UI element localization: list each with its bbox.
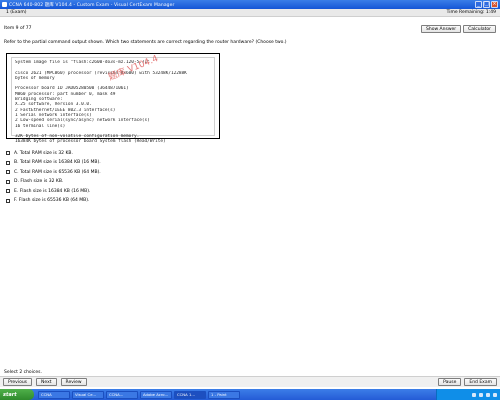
- checkbox[interactable]: [6, 160, 10, 165]
- previous-button[interactable]: Previous: [3, 378, 33, 386]
- checkbox[interactable]: [6, 170, 10, 174]
- end-exam-button[interactable]: End Exam: [464, 378, 497, 386]
- menu-item-exam[interactable]: 1 (Exam): [6, 10, 26, 15]
- review-button[interactable]: Review: [60, 378, 87, 386]
- next-button[interactable]: Next: [36, 378, 57, 386]
- taskbar-tasks: CCNA Visual Ce... CCNA... Adobe Acro... …: [38, 390, 240, 399]
- app-icon: [2, 2, 7, 7]
- close-icon[interactable]: ×: [491, 1, 498, 8]
- taskbar-item[interactable]: Visual Ce...: [72, 390, 104, 399]
- question-number: Item 9 of 77: [4, 26, 32, 31]
- option-label: C. Total RAM size is 65536 KB (64 MB).: [14, 169, 101, 175]
- option-label: D. Flash size is 32 KB.: [14, 179, 64, 184]
- option-label: A. Total RAM size is 32 KB.: [14, 150, 73, 156]
- exhibit-line: 16384K bytes of processor board System f…: [15, 139, 166, 145]
- taskbar-item[interactable]: 1 - Paint: [208, 390, 240, 399]
- option-a[interactable]: A. Total RAM size is 32 KB.: [6, 150, 101, 156]
- navigation-bar: Previous Next Review Pause End Exam: [0, 376, 500, 387]
- question-text: Refer to the partial command output show…: [4, 40, 287, 45]
- checkbox[interactable]: [6, 198, 10, 203]
- show-answer-button[interactable]: Show Answer: [420, 25, 462, 33]
- option-label: B. Total RAM size is 16384 KB (16 MB).: [14, 160, 101, 165]
- answer-options: A. Total RAM size is 32 KB. B. Total RAM…: [6, 150, 101, 207]
- tray-icon[interactable]: [472, 392, 476, 397]
- option-c[interactable]: C. Total RAM size is 65536 KB (64 MB).: [6, 169, 101, 175]
- taskbar-item[interactable]: CCNA: [38, 390, 70, 399]
- option-label: E. Flash size is 16384 KB (16 MB).: [14, 188, 91, 194]
- exhibit: System image file is "flash:c2600-do3s-m…: [6, 53, 220, 144]
- maximize-icon[interactable]: □: [483, 1, 490, 8]
- checkbox[interactable]: [6, 189, 10, 193]
- taskbar-item[interactable]: CCNA 1...: [174, 390, 206, 399]
- checkbox[interactable]: [6, 179, 10, 184]
- option-f[interactable]: F. Flash size is 65536 KB (64 MB).: [6, 198, 101, 204]
- system-tray: [436, 389, 500, 400]
- option-label: F. Flash size is 65536 KB (64 MB).: [14, 198, 90, 203]
- checkbox[interactable]: [6, 151, 10, 155]
- menu-bar: 1 (Exam) Time Remaining: 1:49: [0, 9, 500, 17]
- taskbar: start CCNA Visual Ce... CCNA... Adobe Ac…: [0, 389, 500, 400]
- minimize-icon[interactable]: _: [475, 1, 482, 8]
- window-controls: _ □ ×: [475, 1, 498, 8]
- tray-icon[interactable]: [493, 392, 497, 397]
- option-d[interactable]: D. Flash size is 32 KB.: [6, 179, 101, 185]
- time-remaining: Time Remaining: 1:49: [446, 10, 496, 15]
- tray-icon[interactable]: [479, 392, 483, 397]
- window-title: CCNA 640-802 题库 V104.4 - Custom Exam - V…: [9, 2, 175, 8]
- start-button[interactable]: start: [0, 389, 34, 400]
- taskbar-item[interactable]: Adobe Acro...: [140, 390, 172, 399]
- tray-icon[interactable]: [486, 392, 490, 397]
- taskbar-item[interactable]: CCNA...: [106, 390, 138, 399]
- pause-button[interactable]: Pause: [438, 378, 462, 386]
- top-buttons: Show Answer Calculator: [420, 25, 496, 33]
- option-e[interactable]: E. Flash size is 16384 KB (16 MB).: [6, 188, 101, 194]
- title-bar: CCNA 640-802 题库 V104.4 - Custom Exam - V…: [0, 0, 500, 9]
- calculator-button[interactable]: Calculator: [463, 25, 496, 33]
- status-text: Select 2 choices.: [4, 370, 42, 375]
- option-b[interactable]: B. Total RAM size is 16384 KB (16 MB).: [6, 160, 101, 166]
